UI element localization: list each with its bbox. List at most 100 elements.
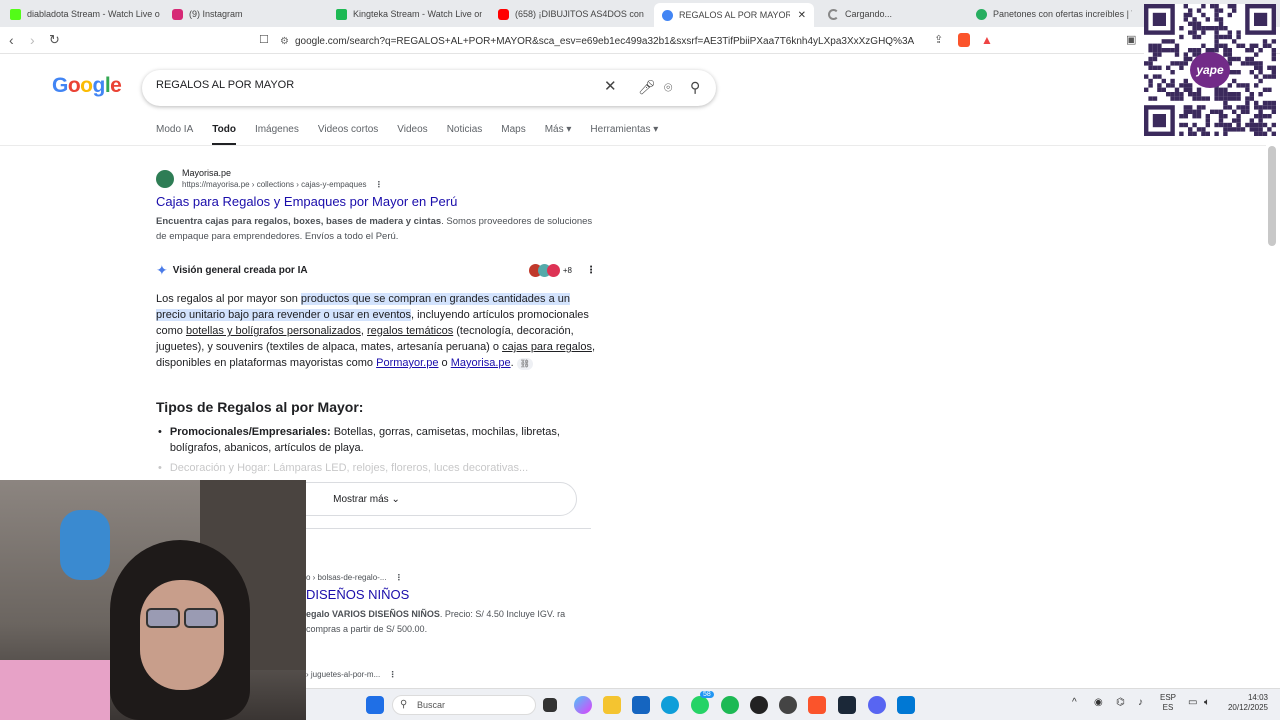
copilot-icon[interactable] xyxy=(574,696,592,714)
ai-overview-heading: Visión general creada por IA xyxy=(172,265,308,276)
xbox-icon[interactable] xyxy=(779,696,797,714)
term-link[interactable]: cajas para regalos xyxy=(502,341,592,353)
glasses-right xyxy=(184,608,218,628)
text: . xyxy=(510,357,514,369)
source-count: +8 xyxy=(562,266,572,275)
tray-mic-icon[interactable]: ♪ xyxy=(1138,698,1143,708)
glasses-left xyxy=(146,608,180,628)
list-item: • Promocionales/Empresariales: Botellas, … xyxy=(156,424,576,476)
language-indicator[interactable]: ESP ES xyxy=(1160,693,1176,713)
windows-start-icon[interactable] xyxy=(366,696,384,714)
tab-maps[interactable]: Maps xyxy=(501,124,525,146)
result-url[interactable]: o › bolsas-de-regalo-... ⋮ xyxy=(306,573,403,582)
rewards-icon[interactable]: ▲ xyxy=(981,32,993,48)
tab-todo[interactable]: Todo xyxy=(212,124,236,146)
whatsapp-icon[interactable] xyxy=(691,696,709,714)
tab-kingteka[interactable]: Kingteka Stream - Watch Live on Kic xyxy=(336,3,482,25)
reload-icon[interactable]: ↻ xyxy=(49,32,60,48)
tab-mas[interactable]: Más ▾ xyxy=(545,124,572,146)
lang-secondary: ES xyxy=(1162,703,1174,712)
edge-icon[interactable] xyxy=(661,696,679,714)
google-logo[interactable]: Google xyxy=(52,74,122,98)
sidebar-toggle-icon[interactable]: ▣ xyxy=(1126,32,1136,48)
ai-section-heading: Tipos de Regalos al por Mayor: xyxy=(156,399,364,415)
clear-icon[interactable]: ✕ xyxy=(604,79,617,95)
tray-chevron-icon[interactable]: ^ xyxy=(1072,698,1077,708)
clock[interactable]: 14:03 20/12/2025 xyxy=(1224,693,1268,713)
close-tab-icon[interactable]: ✕ xyxy=(798,10,806,21)
ai-overview: ✦ Visión general creada por IA +8 ⋮ Los … xyxy=(156,262,596,474)
tab-videos[interactable]: Videos xyxy=(397,124,427,146)
tab-modo-ia[interactable]: Modo IA xyxy=(156,124,193,146)
result-url[interactable]: › juguetes-al-por-m... ⋮ xyxy=(306,670,396,679)
tab-noticias[interactable]: Noticias xyxy=(447,124,483,146)
tray-network-icon[interactable]: ⌬ xyxy=(1116,698,1125,708)
wifi-icon[interactable]: ▭ xyxy=(1188,698,1197,708)
notepad-icon[interactable] xyxy=(897,696,915,714)
result-title-link[interactable]: Cajas para Regalos y Empaques por Mayor … xyxy=(156,194,457,209)
youtube-icon xyxy=(498,8,509,20)
tab-panetones[interactable]: Panetones con ofertas increíbles | To xyxy=(976,3,1132,25)
list-item-label: Promocionales/Empresariales: xyxy=(169,426,331,438)
result-snippet: egalo VARIOS DISEÑOS NIÑOS. Precio: S/ 4… xyxy=(306,607,586,637)
ai-overview-paragraph: Los regalos al por mayor son productos q… xyxy=(156,291,596,371)
more-options-icon[interactable]: ⋮ xyxy=(395,573,403,582)
search-box[interactable]: ✕ 🎤︎ ⌾ ⚲ xyxy=(142,70,716,106)
browser-tab-bar: diabladota Stream - Watch Live on Ki (9)… xyxy=(0,0,1280,27)
link-chip-icon[interactable]: ⛓ xyxy=(516,358,533,370)
lens-icon[interactable]: ⌾ xyxy=(664,79,672,95)
term-link[interactable]: botellas y bolígrafos personalizados xyxy=(186,325,361,337)
source-avatars[interactable]: +8 ⋮ xyxy=(528,264,596,277)
back-icon[interactable]: ‹ xyxy=(9,32,14,48)
taskbar-search[interactable]: ⚲ Buscar xyxy=(392,695,536,715)
tab-videos-cortos[interactable]: Videos cortos xyxy=(318,124,378,146)
bookmark-icon[interactable]: ☐ xyxy=(259,32,269,48)
result-url-text: o › bolsas-de-regalo-... xyxy=(306,573,387,582)
term-link[interactable]: regalos temáticos xyxy=(367,325,453,337)
search-input[interactable] xyxy=(156,79,586,91)
tab-label: Cargando... xyxy=(845,9,893,19)
address-bar[interactable]: ⚙ google.com/search?q=REGALOS+AL+POR+MAY… xyxy=(280,30,1000,52)
forward-icon[interactable]: › xyxy=(30,32,35,48)
share-icon[interactable]: ⇪ xyxy=(934,32,943,48)
site-settings-icon[interactable]: ⚙ xyxy=(280,36,289,47)
more-options-icon[interactable]: ⋮ xyxy=(586,265,596,276)
result-site-name[interactable]: Mayorisa.pe xyxy=(182,168,231,178)
page-scrollbar[interactable] xyxy=(1268,146,1276,246)
tab-youtube[interactable]: (658) ¡DIBUJITOS AS4DOS con Vi xyxy=(498,3,644,25)
steam-icon[interactable] xyxy=(838,696,856,714)
mayorisa-link[interactable]: Mayorisa.pe xyxy=(451,357,511,369)
tab-google-search[interactable]: REGALOS AL POR MAYOR - Busc ✕ xyxy=(654,3,814,27)
store-icon[interactable] xyxy=(632,696,650,714)
show-more-label: Mostrar más xyxy=(333,494,389,505)
tab-diabladota[interactable]: diabladota Stream - Watch Live on Ki xyxy=(10,3,160,25)
chevron-down-icon: ⌄ xyxy=(391,494,400,505)
brave-icon[interactable] xyxy=(808,696,826,714)
pormayor-link[interactable]: Pormayor.pe xyxy=(376,357,438,369)
obs-icon[interactable] xyxy=(750,696,768,714)
spotify-icon[interactable] xyxy=(721,696,739,714)
volume-icon[interactable]: 🔈︎ xyxy=(1204,698,1210,708)
tab-loading[interactable]: Cargando... xyxy=(828,3,958,25)
result-title-link[interactable]: DISEÑOS NIÑOS xyxy=(306,587,409,602)
microphone-icon[interactable]: 🎤︎ xyxy=(638,79,656,95)
tab-label: REGALOS AL POR MAYOR - Busc xyxy=(679,10,790,20)
more-options-icon[interactable]: ⋮ xyxy=(375,180,383,189)
search-icon: ⚲ xyxy=(400,699,408,710)
tab-instagram[interactable]: (9) Instagram xyxy=(172,3,322,25)
tray-app-icon[interactable]: ◉ xyxy=(1094,698,1103,708)
more-options-icon[interactable]: ⋮ xyxy=(388,670,396,679)
brave-shield-icon[interactable] xyxy=(958,33,970,47)
url-text[interactable]: google.com/search?q=REGALOS+AL+POR+MAYOR… xyxy=(295,36,915,47)
snippet-bold: Encuentra cajas para regalos, boxes, bas… xyxy=(156,216,442,227)
task-view-icon[interactable] xyxy=(543,698,557,712)
file-explorer-icon[interactable] xyxy=(603,696,621,714)
tab-herramientas[interactable]: Herramientas ▾ xyxy=(590,124,658,146)
text: Los regalos al por mayor son xyxy=(156,293,301,305)
search-icon[interactable]: ⚲ xyxy=(690,79,700,95)
result-snippet: Encuentra cajas para regalos, boxes, bas… xyxy=(156,214,596,244)
discord-icon[interactable] xyxy=(868,696,886,714)
result-url[interactable]: https://mayorisa.pe › collections › caja… xyxy=(182,180,383,189)
result-url-text: › juguetes-al-por-m... xyxy=(306,670,381,679)
tab-imagenes[interactable]: Imágenes xyxy=(255,124,299,146)
